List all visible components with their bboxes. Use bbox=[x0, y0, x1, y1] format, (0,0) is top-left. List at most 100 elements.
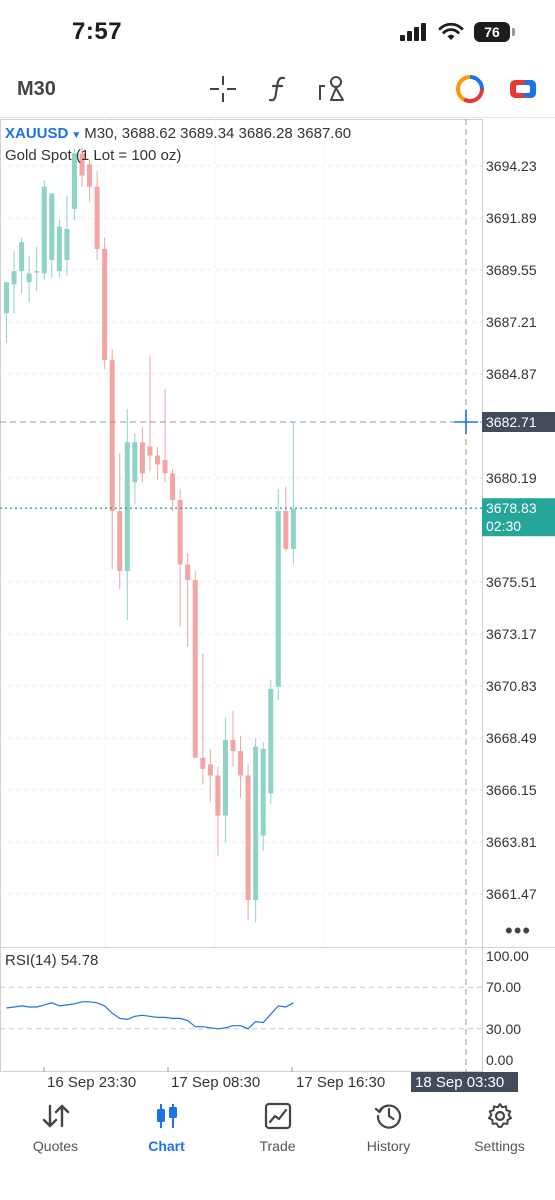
candle-body bbox=[170, 473, 176, 500]
nav-settings[interactable]: Settings bbox=[444, 1090, 555, 1160]
candle-body bbox=[41, 186, 47, 274]
price-chart[interactable]: 3682.71 3678.83 02:30 100.00 70.00 30.00 0.00… bbox=[0, 119, 555, 1072]
candle-body bbox=[102, 248, 108, 360]
battery-indicator: 76 bbox=[474, 22, 515, 42]
trade-panel-icon[interactable] bbox=[508, 74, 538, 104]
time-axis-label: 17 Sep 08:30 bbox=[171, 1074, 260, 1091]
price-axis-label: 3663.81 bbox=[486, 834, 537, 850]
candle-body bbox=[64, 228, 70, 260]
chart-frame bbox=[0, 119, 483, 1072]
rsi-label: RSI(14) 54.78 bbox=[5, 952, 99, 969]
candle-body bbox=[230, 740, 236, 752]
bottom-nav: Quotes Chart Trade History Settings bbox=[0, 1090, 555, 1160]
candle-body bbox=[147, 446, 153, 456]
indicators-icon[interactable] bbox=[264, 74, 294, 104]
time-axis-label: 16 Sep 23:30 bbox=[47, 1074, 136, 1091]
rsi-axis-label: 100.00 bbox=[486, 948, 529, 964]
candle-body bbox=[124, 442, 130, 572]
candle-body bbox=[215, 775, 221, 816]
price-axis-label: 3680.19 bbox=[486, 470, 537, 486]
price-axis-label: 3673.17 bbox=[486, 626, 537, 642]
candle-body bbox=[245, 775, 251, 900]
drawing-objects-icon[interactable] bbox=[317, 74, 347, 104]
price-axis-label: 3684.87 bbox=[486, 366, 537, 382]
price-axis-label: 3687.21 bbox=[486, 314, 537, 330]
crosshair-price-label: 3682.71 bbox=[486, 414, 537, 430]
candle-body bbox=[117, 511, 123, 572]
candle-body bbox=[155, 455, 160, 465]
battery-cap bbox=[512, 28, 515, 36]
symbol-description: Gold Spot (1 Lot = 100 oz) bbox=[5, 147, 182, 164]
candle-body bbox=[260, 748, 266, 836]
quotes-arrows-icon bbox=[42, 1104, 69, 1128]
candle-body bbox=[238, 751, 244, 776]
candle-body bbox=[109, 360, 115, 512]
nav-history[interactable]: History bbox=[333, 1090, 444, 1160]
candle-body bbox=[162, 460, 168, 474]
candle-body bbox=[222, 740, 228, 816]
gear-icon bbox=[487, 1103, 512, 1128]
nav-trade-label: Trade bbox=[259, 1138, 296, 1154]
candle-body bbox=[34, 271, 40, 273]
candle-body bbox=[207, 764, 213, 776]
candle-body bbox=[87, 164, 93, 187]
one-click-trading-icon[interactable] bbox=[455, 74, 485, 104]
trade-chart-icon bbox=[264, 1102, 291, 1130]
chevron-down-icon[interactable]: ▼ bbox=[71, 130, 81, 141]
ohlc-info: M30, 3688.62 3689.34 3686.28 3687.60 bbox=[84, 125, 352, 142]
price-axis-label: 3666.15 bbox=[486, 782, 537, 798]
candle-body bbox=[268, 688, 274, 794]
candle-body bbox=[11, 271, 17, 285]
candle-body bbox=[283, 511, 289, 549]
rsi-line bbox=[6, 1001, 294, 1030]
price-axis-label: 3691.89 bbox=[486, 210, 537, 226]
nav-chart[interactable]: Chart bbox=[111, 1090, 222, 1160]
time-axis: 16 Sep 23:30 17 Sep 08:30 17 Sep 16:30 18 S… bbox=[47, 1072, 518, 1092]
candle-body bbox=[200, 757, 206, 769]
candle-body bbox=[4, 282, 9, 314]
candle-body bbox=[177, 500, 183, 565]
rsi-axis-label: 30.00 bbox=[486, 1021, 521, 1037]
candle-body bbox=[132, 442, 138, 483]
nav-quotes-label: Quotes bbox=[32, 1138, 79, 1154]
candlestick-chart-icon bbox=[156, 1104, 177, 1128]
candle-body bbox=[253, 746, 259, 900]
chart-toolbar: M30 bbox=[0, 62, 555, 118]
nav-quotes[interactable]: Quotes bbox=[0, 1090, 111, 1160]
price-axis-label: 3668.49 bbox=[486, 730, 537, 746]
time-axis-label: 17 Sep 16:30 bbox=[296, 1074, 385, 1091]
price-axis-label: 3661.47 bbox=[486, 886, 537, 902]
status-bar: 7:57 76 bbox=[0, 0, 555, 62]
candle-body bbox=[19, 242, 25, 272]
candle-body bbox=[185, 564, 191, 580]
current-price-label: 3678.83 bbox=[486, 500, 537, 516]
candle-body bbox=[290, 508, 296, 549]
status-icons: 76 bbox=[400, 22, 515, 42]
nav-history-label: History bbox=[366, 1138, 411, 1154]
chart-legend: XAUUSD ▼ M30, 3688.62 3689.34 3686.28 3687… bbox=[5, 124, 351, 166]
price-axis-label: 3694.23 bbox=[486, 158, 537, 174]
history-clock-icon bbox=[374, 1104, 401, 1129]
candle-body bbox=[49, 193, 55, 260]
price-axis-label: 3689.55 bbox=[486, 262, 537, 278]
rsi-axis-label: 0.00 bbox=[486, 1052, 513, 1068]
more-options-icon[interactable]: ••• bbox=[505, 918, 531, 944]
cellular-signal-icon bbox=[400, 23, 426, 41]
candle-body bbox=[139, 442, 145, 474]
nav-trade[interactable]: Trade bbox=[222, 1090, 333, 1160]
candle-body bbox=[26, 273, 32, 283]
timeframe-selector[interactable]: M30 bbox=[17, 78, 56, 101]
crosshair-icon[interactable] bbox=[208, 74, 238, 104]
nav-settings-label: Settings bbox=[474, 1138, 525, 1154]
nav-chart-label: Chart bbox=[148, 1138, 185, 1154]
price-axis-label: 3675.51 bbox=[486, 574, 537, 590]
price-axis-label: 3670.83 bbox=[486, 678, 537, 694]
symbol-name[interactable]: XAUUSD bbox=[5, 125, 68, 142]
candle-body bbox=[192, 580, 198, 758]
wifi-icon bbox=[438, 22, 464, 40]
candle-body bbox=[94, 186, 100, 249]
bar-countdown-label: 02:30 bbox=[486, 518, 521, 534]
candle-body bbox=[56, 226, 62, 272]
rsi-axis-label: 70.00 bbox=[486, 979, 521, 995]
battery-level: 76 bbox=[474, 22, 510, 42]
